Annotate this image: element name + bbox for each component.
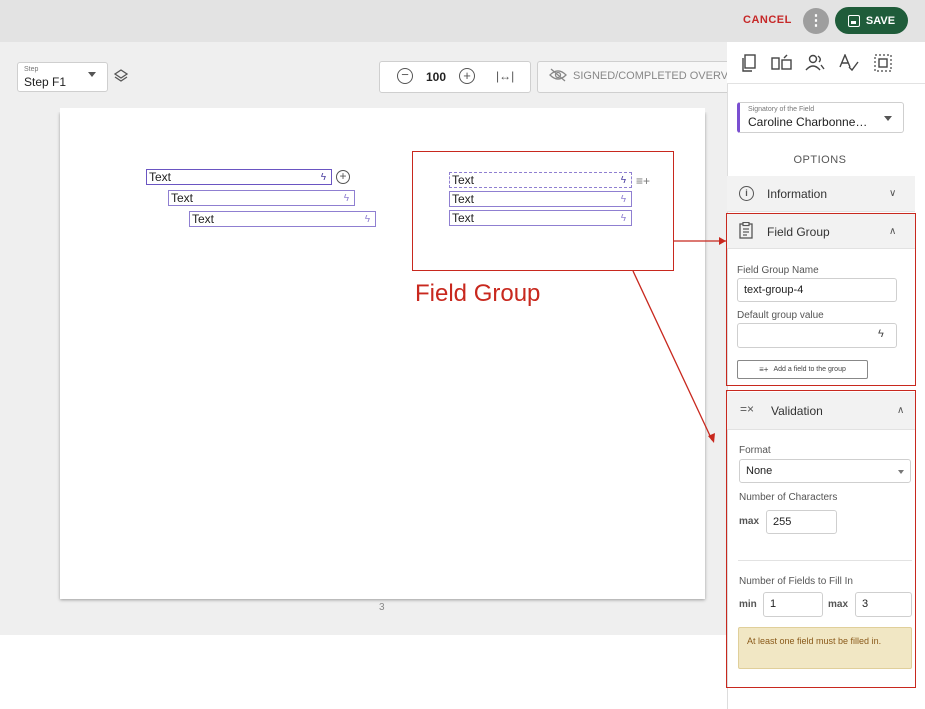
options-title: OPTIONS	[793, 154, 847, 166]
field-text: Text	[171, 191, 194, 205]
save-label: SAVE	[865, 14, 896, 27]
save-button[interactable]: SAVE	[835, 7, 908, 34]
field-text: Text	[192, 212, 215, 226]
save-icon	[847, 14, 860, 27]
field-group-highlight	[412, 151, 674, 271]
zoom-level: 100	[426, 70, 447, 84]
users-icon[interactable]	[805, 54, 825, 72]
eye-off-icon	[549, 68, 567, 82]
lightning-icon: ϟ	[364, 214, 370, 225]
copy-icon[interactable]	[741, 54, 757, 72]
information-title: Information	[767, 187, 828, 201]
lightning-icon: ϟ	[320, 172, 326, 183]
select-all-icon[interactable]	[874, 54, 892, 72]
chevron-down-icon[interactable]	[884, 116, 892, 121]
info-icon: i	[739, 186, 754, 201]
step-label: Step	[24, 66, 39, 73]
lightning-icon: ϟ	[343, 193, 349, 204]
layers-icon[interactable]	[113, 68, 129, 84]
add-circle-icon[interactable]: +	[336, 170, 350, 184]
page-top	[60, 108, 705, 114]
text-field[interactable]: Text ϟ	[189, 211, 376, 227]
step-value: Step F1	[24, 75, 67, 89]
chevron-down-icon[interactable]	[88, 72, 96, 77]
fit-width-icon[interactable]: |↔|	[496, 69, 514, 83]
cancel-button[interactable]: CANCEL	[743, 14, 792, 26]
field-group-annotation: Field Group	[415, 280, 541, 307]
text-field[interactable]: Text ϟ	[146, 169, 332, 185]
spellcheck-icon[interactable]	[839, 54, 859, 72]
text-field[interactable]: Text ϟ	[168, 190, 355, 206]
chevron-down-icon[interactable]: ∨	[889, 188, 896, 199]
more-options-icon[interactable]: ⋮	[803, 8, 829, 34]
field-text: Text	[149, 170, 172, 184]
signed-overview-label: SIGNED/COMPLETED OVERVIEW	[573, 70, 727, 82]
zoom-in-icon[interactable]: +	[459, 68, 475, 84]
page-number: 3	[379, 602, 385, 613]
field-group-section-highlight	[726, 213, 916, 386]
signatory-label: Signatory of the Field	[748, 106, 815, 113]
zoom-out-icon[interactable]: −	[397, 68, 413, 84]
signatory-value: Caroline Charbonne…	[748, 115, 868, 129]
validation-section-highlight	[726, 390, 916, 688]
sign-field-icon[interactable]	[771, 54, 793, 72]
toolbar-mask-left	[0, 96, 60, 112]
